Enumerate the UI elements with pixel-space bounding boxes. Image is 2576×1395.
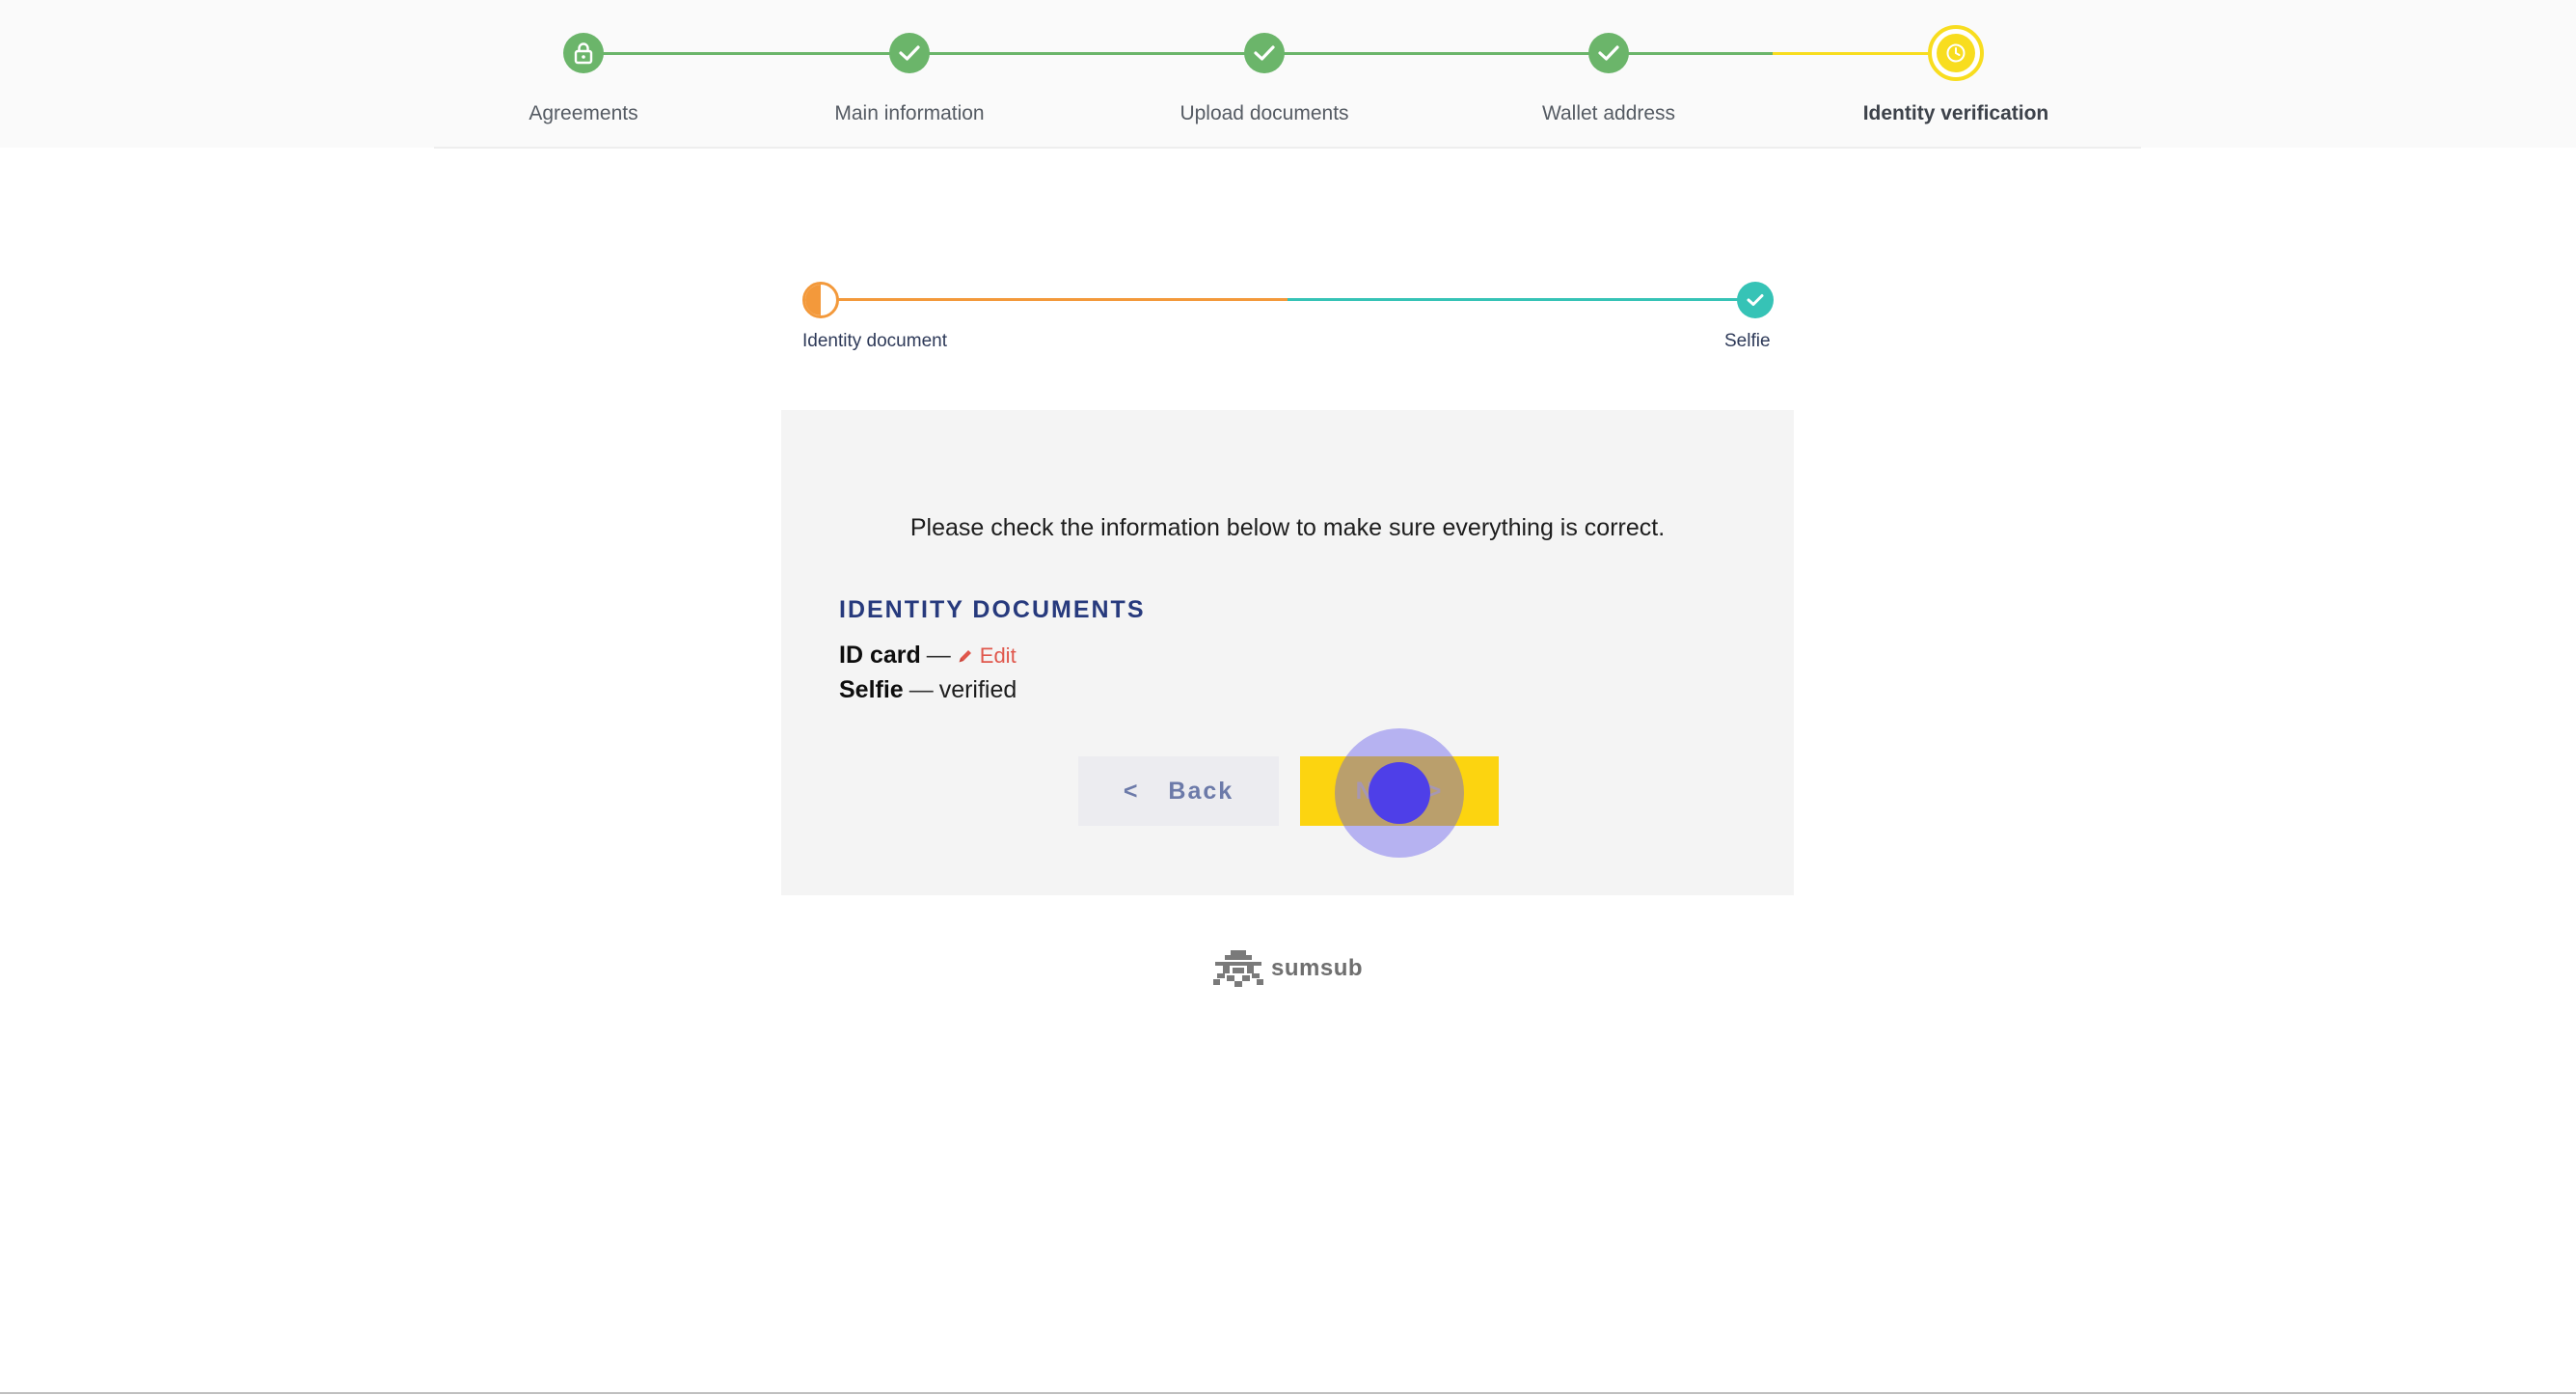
edit-link[interactable]: Edit — [957, 643, 1017, 669]
wizard-step-upload-documents[interactable]: Upload documents — [1120, 33, 1409, 125]
sumsub-logo-icon — [1213, 950, 1263, 987]
back-button[interactable]: < Back — [1078, 756, 1279, 826]
brand-name: sumsub — [1271, 955, 1364, 981]
review-card: Please check the information below to ma… — [781, 410, 1794, 895]
pencil-icon — [959, 649, 971, 662]
review-instructions: Please check the information below to ma… — [909, 514, 1666, 541]
current-step-ring — [1928, 25, 1984, 81]
substep-label-selfie: Selfie — [1724, 331, 1771, 351]
substep-remaining-line — [1288, 298, 1755, 301]
wizard-step-label: Upload documents — [1180, 102, 1349, 124]
document-row-selfie: Selfie — verified — [839, 676, 1017, 704]
chevron-left-icon: < — [1123, 777, 1140, 805]
page: Agreements Main information Upload docum… — [0, 0, 2576, 1395]
document-name: Selfie — [839, 676, 904, 703]
half-circle-icon[interactable] — [802, 282, 839, 318]
bottom-divider — [0, 1392, 2576, 1394]
wizard-step-label: Agreements — [529, 102, 638, 124]
substep-progress-line — [821, 298, 1288, 301]
divider — [434, 147, 2141, 149]
check-icon — [1244, 33, 1285, 73]
section-title: IDENTITY DOCUMENTS — [839, 596, 1146, 623]
check-icon[interactable] — [1737, 282, 1774, 318]
wizard-step-main-information[interactable]: Main information — [765, 33, 1054, 125]
wizard-step-label: Wallet address — [1541, 102, 1676, 124]
check-icon — [1588, 33, 1629, 73]
edit-label: Edit — [979, 643, 1017, 668]
wizard-step-label: Main information — [834, 102, 985, 124]
substep-label-identity-document: Identity document — [802, 331, 947, 351]
document-name: ID card — [839, 642, 921, 669]
document-row-id-card: ID card — Edit — [839, 642, 1017, 670]
clock-icon — [1937, 34, 1975, 72]
wizard-step-agreements[interactable]: Agreements — [439, 33, 728, 125]
separator: — — [926, 642, 951, 669]
separator: — — [908, 676, 934, 703]
check-icon — [889, 33, 930, 73]
wizard-step-identity-verification[interactable]: Identity verification — [1811, 25, 2101, 125]
wizard-bar: Agreements Main information Upload docum… — [0, 0, 2576, 148]
wizard-step-label: Identity verification — [1862, 102, 2049, 124]
sumsub-logo: sumsub — [1213, 950, 1363, 987]
wizard-step-wallet-address[interactable]: Wallet address — [1464, 33, 1753, 125]
document-status: verified — [938, 676, 1017, 703]
back-label: Back — [1168, 777, 1234, 805]
click-indicator-dot — [1369, 762, 1430, 824]
lock-icon — [563, 33, 604, 73]
